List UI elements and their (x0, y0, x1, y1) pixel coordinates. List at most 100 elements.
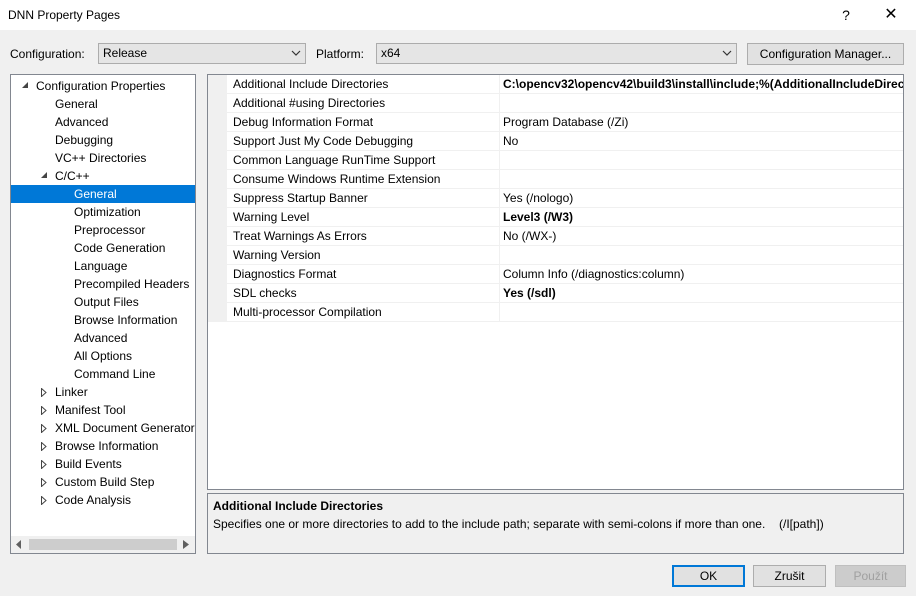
tree-item[interactable]: Advanced (11, 329, 195, 347)
property-value[interactable]: Yes (/nologo) (503, 189, 903, 207)
tree-item-label: Optimization (74, 205, 141, 219)
tree-item[interactable]: Code Generation (11, 239, 195, 257)
row-margin (208, 284, 227, 303)
tree-item-label: Custom Build Step (55, 475, 155, 489)
column-separator (499, 303, 500, 322)
property-tree[interactable]: Configuration Properties General Advanced D… (10, 74, 196, 554)
row-margin (208, 75, 227, 94)
row-margin (208, 208, 227, 227)
tree-item[interactable]: Code Analysis (11, 491, 195, 509)
property-row[interactable]: Multi-processor Compilation (208, 303, 903, 322)
tree-item-label: Code Analysis (55, 493, 132, 507)
close-button[interactable]: ✕ (868, 0, 914, 30)
property-name: Additional #using Directories (233, 96, 386, 110)
tree-item[interactable]: Advanced (11, 113, 195, 131)
column-separator (499, 94, 500, 113)
property-row[interactable]: Consume Windows Runtime Extension (208, 170, 903, 189)
tree-item[interactable]: Custom Build Step (11, 473, 195, 491)
collapsed-arrow-icon[interactable] (40, 455, 50, 473)
collapsed-arrow-icon[interactable] (40, 401, 50, 419)
tree-item[interactable]: Preprocessor (11, 221, 195, 239)
property-name: Warning Version (233, 248, 321, 262)
scroll-right-icon[interactable] (178, 536, 195, 553)
property-row[interactable]: Warning Version (208, 246, 903, 265)
property-value[interactable]: No (503, 132, 903, 150)
property-row[interactable]: Suppress Startup Banner Yes (/nologo) (208, 189, 903, 208)
property-row[interactable]: Common Language RunTime Support (208, 151, 903, 170)
tree-item-label: Preprocessor (74, 223, 146, 237)
apply-button[interactable]: Použít (835, 565, 906, 587)
tree-item[interactable]: Browse Information (11, 311, 195, 329)
property-value[interactable]: Column Info (/diagnostics:column) (503, 265, 903, 283)
tree-item[interactable]: General (11, 185, 195, 203)
property-row[interactable]: Debug Information Format Program Database… (208, 113, 903, 132)
tree-item[interactable]: Command Line (11, 365, 195, 383)
tree-item[interactable]: Optimization (11, 203, 195, 221)
help-button[interactable]: ? (823, 0, 869, 30)
tree-item[interactable]: General (11, 95, 195, 113)
expanded-arrow-icon[interactable] (40, 167, 50, 185)
property-row[interactable]: SDL checks Yes (/sdl) (208, 284, 903, 303)
ok-button[interactable]: OK (672, 565, 745, 587)
configuration-manager-button[interactable]: Configuration Manager... (747, 43, 904, 65)
property-name: Support Just My Code Debugging (233, 134, 414, 148)
column-separator (499, 189, 500, 208)
column-separator (499, 170, 500, 189)
tree-item-label: Language (74, 259, 128, 273)
configuration-value: Release (103, 46, 148, 60)
tree-item[interactable]: Browse Information (11, 437, 195, 455)
tree-item-label: Configuration Properties (36, 79, 166, 93)
property-grid[interactable]: Additional Include Directories C:\opencv3… (207, 74, 904, 490)
tree-item[interactable]: XML Document Generator (11, 419, 195, 437)
column-separator (499, 265, 500, 284)
row-margin (208, 246, 227, 265)
tree-item-label: All Options (74, 349, 133, 363)
property-row[interactable]: Diagnostics Format Column Info (/diagnost… (208, 265, 903, 284)
property-value[interactable]: No (/WX-) (503, 227, 903, 245)
tree-item[interactable]: All Options (11, 347, 195, 365)
tree-item-label: XML Document Generator (55, 421, 195, 435)
tree-item[interactable]: Language (11, 257, 195, 275)
property-row[interactable]: Warning Level Level3 (/W3) (208, 208, 903, 227)
property-row[interactable]: Additional #using Directories (208, 94, 903, 113)
scrollbar-thumb[interactable] (29, 539, 177, 550)
row-margin (208, 151, 227, 170)
configuration-dropdown[interactable]: Release (98, 43, 306, 64)
property-name: Warning Level (233, 210, 310, 224)
tree-item[interactable]: VC++ Directories (11, 149, 195, 167)
expanded-arrow-icon[interactable] (21, 77, 31, 95)
collapsed-arrow-icon[interactable] (40, 491, 50, 509)
property-value[interactable]: C:\opencv32\opencv42\build3\install\incl… (503, 75, 903, 93)
tree-horizontal-scrollbar[interactable] (11, 536, 195, 553)
property-row[interactable]: Support Just My Code Debugging No (208, 132, 903, 151)
collapsed-arrow-icon[interactable] (40, 437, 50, 455)
tree-item-label: Precompiled Headers (74, 277, 190, 291)
property-value[interactable]: Level3 (/W3) (503, 208, 903, 226)
tree-item[interactable]: Precompiled Headers (11, 275, 195, 293)
tree-item[interactable]: Linker (11, 383, 195, 401)
tree-item[interactable]: Build Events (11, 455, 195, 473)
tree-item[interactable]: C/C++ (11, 167, 195, 185)
tree-item[interactable]: Configuration Properties (11, 77, 195, 95)
column-separator (499, 208, 500, 227)
tree-item[interactable]: Manifest Tool (11, 401, 195, 419)
property-name: Additional Include Directories (233, 77, 389, 91)
column-separator (499, 246, 500, 265)
property-value[interactable]: Program Database (/Zi) (503, 113, 903, 131)
tree-item[interactable]: Debugging (11, 131, 195, 149)
tree-item-label: Command Line (74, 367, 156, 381)
platform-label: Platform: (316, 47, 365, 61)
property-row[interactable]: Treat Warnings As Errors No (/WX-) (208, 227, 903, 246)
tree-item[interactable]: Output Files (11, 293, 195, 311)
collapsed-arrow-icon[interactable] (40, 419, 50, 437)
platform-dropdown[interactable]: x64 (376, 43, 737, 64)
scroll-left-icon[interactable] (11, 536, 28, 553)
property-row[interactable]: Additional Include Directories C:\opencv3… (208, 75, 903, 94)
cancel-button[interactable]: Zrušit (753, 565, 826, 587)
collapsed-arrow-icon[interactable] (40, 383, 50, 401)
property-value[interactable]: Yes (/sdl) (503, 284, 903, 302)
collapsed-arrow-icon[interactable] (40, 473, 50, 491)
tree-item-label: Browse Information (55, 439, 159, 453)
chevron-down-icon (291, 44, 301, 63)
column-separator (499, 75, 500, 94)
